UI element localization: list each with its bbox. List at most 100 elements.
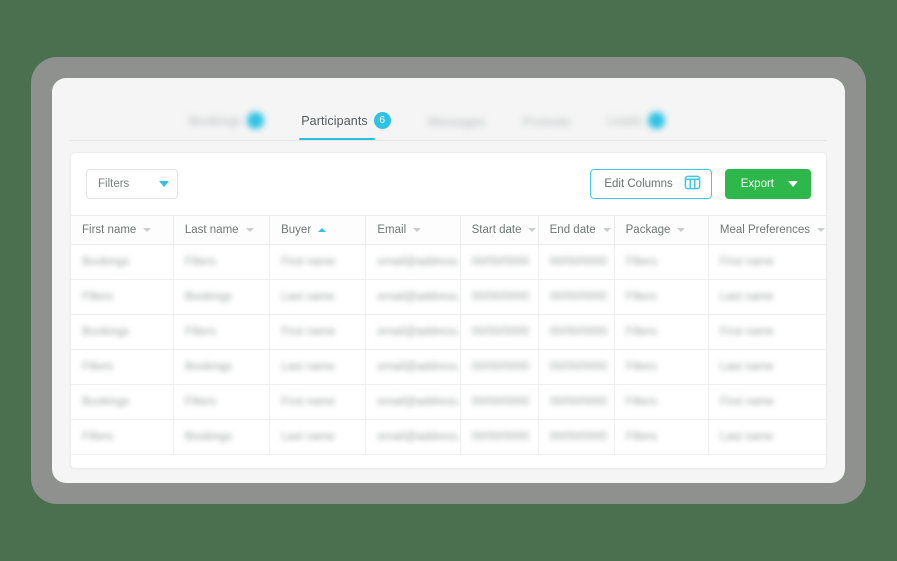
tab-badge: 4 <box>247 112 265 129</box>
sort-icon[interactable] <box>528 228 537 232</box>
tab-label: Leads <box>607 113 643 128</box>
tab-leads[interactable]: Leads 3 <box>607 112 666 140</box>
sort-ascending-icon[interactable] <box>318 228 327 232</box>
tab-label: Participants <box>301 113 368 128</box>
tab-promote[interactable]: Promote <box>523 115 571 140</box>
table-row[interactable]: Filters Bookings Last name email@address...… <box>71 279 826 315</box>
cell-meal: Last name <box>708 279 826 315</box>
tab-participants[interactable]: Participants 6 <box>299 112 391 140</box>
column-header-inner: Package <box>626 224 697 236</box>
chevron-down-icon <box>159 181 169 187</box>
column-header-last-name[interactable]: Last name <box>173 215 271 245</box>
cell-package: Filters <box>614 384 709 420</box>
cell-last: Filters <box>173 384 271 420</box>
device-bezel: Bookings 4 Participants 6 Messages Promote Lea… <box>31 57 866 504</box>
table-row[interactable]: Bookings Filters First name email@address..… <box>71 314 826 350</box>
cell-text: First name <box>719 396 775 408</box>
cell-text: 00/00/0000 <box>471 326 530 338</box>
cell-text: 00/00/0000 <box>549 431 608 443</box>
column-header-buyer[interactable]: Buyer <box>269 215 367 245</box>
table-row[interactable]: Filters Bookings Last name email@address...… <box>71 419 826 455</box>
cell-email: email@address... <box>365 279 461 315</box>
cell-email: email@address... <box>365 244 461 280</box>
tab-messages[interactable]: Messages <box>428 115 486 140</box>
column-header-meal-preferences[interactable]: Meal Preferences <box>708 215 826 245</box>
sort-icon[interactable] <box>245 228 254 232</box>
cell-email: email@address... <box>365 419 461 455</box>
cell-email: email@address... <box>365 314 461 350</box>
cell-text: email@address... <box>377 361 461 373</box>
table-row[interactable]: Filters Bookings Last name email@address...… <box>71 349 826 385</box>
edit-columns-label: Edit Columns <box>604 178 673 190</box>
edit-columns-button[interactable]: Edit Columns <box>590 169 712 199</box>
cell-text: Bookings <box>82 256 130 268</box>
cell-first: Filters <box>71 279 174 315</box>
cell-end: 00/00/0000 <box>538 314 615 350</box>
cell-start: 00/00/0000 <box>460 384 539 420</box>
app-screen: Bookings 4 Participants 6 Messages Promote Lea… <box>52 78 845 483</box>
tab-badge: 6 <box>373 112 391 129</box>
cell-buyer: First name <box>269 384 367 420</box>
table-row[interactable]: Bookings Filters First name email@address..… <box>71 384 826 420</box>
cell-email: email@address... <box>365 349 461 385</box>
column-header-inner: Meal Preferences <box>719 224 825 236</box>
cell-text: 00/00/0000 <box>549 256 608 268</box>
cell-first: Bookings <box>71 314 174 350</box>
cell-text: Filters <box>625 361 657 373</box>
cell-text: 00/00/0000 <box>471 291 530 303</box>
column-header-label: End date <box>549 224 596 236</box>
cell-text: Last name <box>281 361 335 373</box>
column-header-label: Email <box>377 224 407 236</box>
column-header-inner: End date <box>549 224 611 236</box>
column-header-inner: Buyer <box>281 224 354 236</box>
tab-bookings[interactable]: Bookings 4 <box>189 112 265 140</box>
cell-package: Filters <box>614 279 709 315</box>
cell-text: 00/00/0000 <box>549 361 608 373</box>
sort-icon[interactable] <box>817 228 825 232</box>
sort-icon[interactable] <box>143 228 152 232</box>
cell-text: First name <box>281 326 336 338</box>
column-header-inner: Email <box>377 224 448 236</box>
cell-text: Filters <box>625 256 657 268</box>
tab-label: Promote <box>522 115 571 129</box>
column-header-label: Meal Preferences <box>719 224 810 236</box>
cell-text: email@address... <box>377 431 461 443</box>
column-header-label: First name <box>82 224 137 236</box>
sort-icon[interactable] <box>677 228 686 232</box>
cell-package: Filters <box>614 314 709 350</box>
cell-text: Filters <box>625 326 657 338</box>
cell-text: Filters <box>625 291 657 303</box>
column-header-start-date[interactable]: Start date <box>460 215 539 245</box>
tab-bar: Bookings 4 Participants 6 Messages Promote Lea… <box>70 78 827 141</box>
cell-first: Bookings <box>71 384 174 420</box>
participants-card: Filters Edit Columns Export First name L… <box>70 152 827 469</box>
column-header-inner: Start date <box>472 224 537 236</box>
cell-end: 00/00/0000 <box>538 419 615 455</box>
cell-last: Filters <box>173 244 271 280</box>
cell-text: email@address... <box>377 291 461 303</box>
export-button[interactable]: Export <box>724 169 811 199</box>
cell-buyer: Last name <box>269 419 367 455</box>
cell-text: 00/00/0000 <box>471 431 530 443</box>
cell-text: Filters <box>625 431 657 443</box>
cell-text: Filters <box>184 326 217 338</box>
table-row[interactable]: Bookings Filters First name email@address..… <box>71 244 826 280</box>
sort-icon[interactable] <box>413 228 422 232</box>
cell-text: Last name <box>719 291 774 303</box>
tab-badge: 3 <box>648 112 666 129</box>
column-header-first-name[interactable]: First name <box>71 215 174 245</box>
cell-meal: Last name <box>708 349 826 385</box>
column-header-end-date[interactable]: End date <box>538 215 615 245</box>
cell-text: 00/00/0000 <box>549 326 608 338</box>
column-header-package[interactable]: Package <box>614 215 709 245</box>
cell-first: Filters <box>71 349 174 385</box>
cell-text: Filters <box>625 396 657 408</box>
cell-last: Filters <box>173 314 271 350</box>
cell-text: email@address... <box>377 256 461 268</box>
sort-icon[interactable] <box>602 228 611 232</box>
cell-start: 00/00/0000 <box>460 314 539 350</box>
cell-text: First name <box>281 256 336 268</box>
filters-label: Filters <box>98 178 130 190</box>
column-header-email[interactable]: Email <box>365 215 461 245</box>
filters-dropdown[interactable]: Filters <box>86 169 178 199</box>
